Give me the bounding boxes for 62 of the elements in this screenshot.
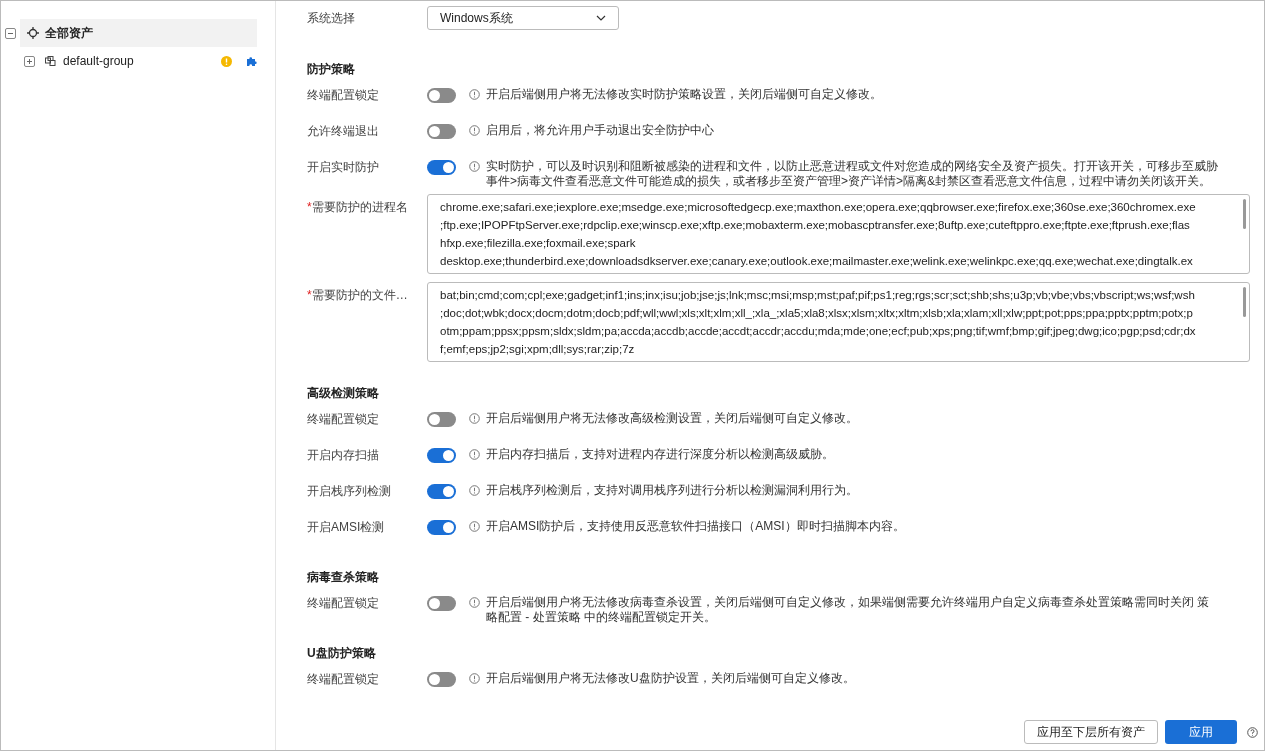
info-icon bbox=[469, 597, 480, 608]
field-label: 系统选择 bbox=[307, 10, 356, 27]
hint-text: 开启内存扫描后，支持对进程内存进行深度分析以检测高级威胁。 bbox=[486, 446, 834, 462]
info-icon bbox=[469, 673, 480, 684]
section-title: U盘防护策略 bbox=[307, 645, 377, 662]
field-label: 允许终端退出 bbox=[307, 123, 380, 140]
field-label-text: 需要防护的进程名 bbox=[311, 200, 408, 214]
expand-icon[interactable] bbox=[24, 55, 35, 67]
cubes-icon bbox=[45, 55, 56, 67]
info-icon bbox=[469, 521, 480, 532]
toggle-switch[interactable] bbox=[427, 448, 456, 463]
toggle-switch[interactable] bbox=[427, 596, 456, 611]
info-icon bbox=[469, 413, 480, 424]
hint-text: 开启后端侧用户将无法修改U盘防护设置，关闭后端侧可自定义修改。 bbox=[486, 670, 855, 686]
field-label: 终端配置锁定 bbox=[307, 411, 380, 428]
info-icon bbox=[469, 449, 480, 460]
apply-button[interactable]: 应用 bbox=[1165, 720, 1237, 744]
collapse-icon[interactable] bbox=[5, 27, 16, 39]
field-label: 终端配置锁定 bbox=[307, 671, 380, 688]
section-title: 高级检测策略 bbox=[307, 385, 380, 402]
scrollbar[interactable] bbox=[1243, 199, 1246, 229]
toggle-switch[interactable] bbox=[427, 672, 456, 687]
field-label: 开启AMSI检测 bbox=[307, 519, 386, 536]
chevron-down-icon bbox=[596, 15, 606, 21]
field-label: 开启栈序列检测 bbox=[307, 483, 392, 500]
hint-text: 开启后端侧用户将无法修改高级检测设置，关闭后端侧可自定义修改。 bbox=[486, 410, 858, 426]
apply-to-all-button[interactable]: 应用至下层所有资产 bbox=[1024, 720, 1158, 744]
required-mark: * bbox=[307, 288, 312, 302]
toggle-switch[interactable] bbox=[427, 412, 456, 427]
info-icon bbox=[469, 161, 480, 172]
help-icon[interactable] bbox=[1247, 726, 1258, 738]
puzzle-icon bbox=[247, 56, 257, 66]
hint-text: 开启后端侧用户将无法修改实时防护策略设置，关闭后端侧可自定义修改。 bbox=[486, 86, 882, 102]
section-title: 病毒查杀策略 bbox=[307, 569, 380, 586]
field-label: 终端配置锁定 bbox=[307, 595, 380, 612]
hint-text: 启用后，将允许用户手动退出安全防护中心 bbox=[486, 122, 714, 138]
text-area[interactable]: bat;bin;cmd;com;cpl;exe;gadget;inf1;ins;inx;isu;job;jse;js;lnk;msc;msi;msp;mst;paf;pif;ps1;reg;rgs;scr;sct;shb;shs;u3p;vb;vbe;vbs;vbscript;ws;wsf;wsh ;doc;dot;wbk;docx;docm;dotm;docb;pdf;wll;wwl;xls;xlt;xlm;xll_;xla_;xla5;xla8;xlsx;xlsm;xltx;xltm;xlsb;xla;xlam;xll;xlw;ppt;pot;pps;ppa;pptx;pptm;potx;p otm;ppam;ppsx;ppsm;sldx;sldm;pa;accda;accdb;accde;accdt;accdr;accdu;mda;mde;one;ecf;pub;xps;png;tif;wmf;bmp;gif;jpeg;dwg;ico;pgp;psd;cdr;dx f;emf;eps;jp2;sgi;xpm;dll;sys;rar;zip;7z bbox=[427, 282, 1250, 362]
scrollbar[interactable] bbox=[1243, 287, 1246, 317]
crosshair-icon bbox=[27, 27, 39, 39]
text-area[interactable]: chrome.exe;safari.exe;iexplore.exe;msedge.exe;microsoftedgecp.exe;maxthon.exe;opera.exe;qqbrowser.exe;firefox.exe;360se.exe;360chromex.exe ;ftp.exe;IPOPFtpServer.exe;rdpclip.exe;winscp.exe;xftp.exe;mobaxterm.exe;mobascptransfer.exe;8uftp.exe;cuteftppro.exe;ftpte.exe;ftprush.exe;flas hfxp.exe;filezilla.exe;foxmail.exe;spark desktop.exe;thunderbird.exe;downloadsdkserver.exe;canary.exe;outlook.exe;mailmaster.exe;welink.exe;welinkpc.exe;qq.exe;wechat.exe;dingtalk.ex bbox=[427, 194, 1250, 274]
field-label: 开启实时防护 bbox=[307, 159, 380, 176]
field-label: 终端配置锁定 bbox=[307, 87, 380, 104]
hint-text: 开启AMSI防护后，支持使用反恶意软件扫描接口（AMSI）即时扫描脚本内容。 bbox=[486, 518, 905, 534]
required-mark: * bbox=[307, 200, 312, 214]
tree-item[interactable]: 全部资产 bbox=[20, 19, 257, 47]
toggle-switch[interactable] bbox=[427, 88, 456, 103]
tree-item[interactable]: default-group bbox=[45, 52, 257, 70]
warning-icon bbox=[221, 55, 232, 67]
info-icon bbox=[469, 89, 480, 100]
toggle-switch[interactable] bbox=[427, 124, 456, 139]
field-label: 开启内存扫描 bbox=[307, 447, 380, 464]
field-label-text: 需要防护的文件… bbox=[311, 288, 408, 302]
toggle-switch[interactable] bbox=[427, 520, 456, 535]
hint-text: 开启栈序列检测后，支持对调用栈序列进行分析以检测漏洞利用行为。 bbox=[486, 482, 858, 498]
toggle-switch[interactable] bbox=[427, 484, 456, 499]
info-icon bbox=[469, 485, 480, 496]
section-title: 防护策略 bbox=[307, 61, 356, 78]
info-icon bbox=[469, 125, 480, 136]
hint-text: 开启后端侧用户将无法修改病毒查杀设置，关闭后端侧可自定义修改，如果端侧需要允许终端用户自定义病毒查杀处置策略需同时关闭 策略配置 - 处置策略 中的终端配置锁定开关。 bbox=[486, 594, 1211, 625]
toggle-switch[interactable] bbox=[427, 160, 456, 175]
hint-text: 实时防护，可以及时识别和阻断被感染的进程和文件，以防止恶意进程或文件对您造成的网络安全及资产损失。打开该开关，可移步至威胁事件>病毒文件查看恶意文件可能造成的损失，或者移步至资产管理>资产详情>隔离&封禁区查看恶意文件信息，过程中请勿关闭该开关。 bbox=[486, 158, 1219, 189]
system-dropdown[interactable]: Windows系统 bbox=[427, 6, 619, 30]
